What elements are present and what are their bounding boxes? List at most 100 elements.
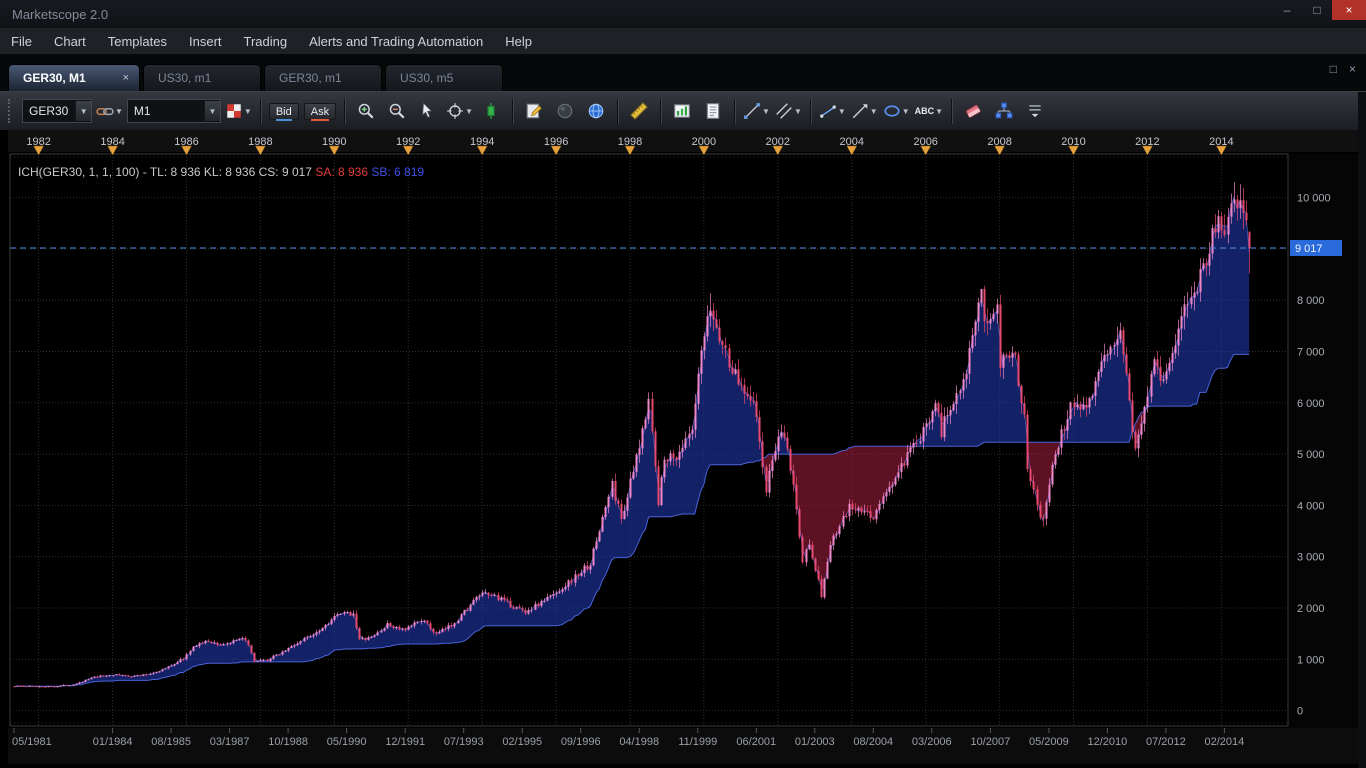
channel-tool-select[interactable]: ▼ xyxy=(774,97,803,125)
link-charts-select[interactable]: ▼ xyxy=(95,97,124,125)
chevron-down-icon[interactable]: ▼ xyxy=(902,107,910,116)
zoom-out-button[interactable] xyxy=(383,97,411,125)
chevron-down-icon[interactable]: ▼ xyxy=(465,107,473,116)
minimize-button[interactable]: – xyxy=(1272,0,1302,20)
object-manager-button[interactable] xyxy=(990,97,1018,125)
restore-button[interactable]: □ xyxy=(1302,0,1332,20)
period-select-value: M1 xyxy=(133,104,151,118)
menu-insert[interactable]: Insert xyxy=(178,28,233,54)
svg-text:1 000: 1 000 xyxy=(1297,654,1325,666)
svg-text:01/2003: 01/2003 xyxy=(795,736,835,748)
globe-icon xyxy=(587,102,605,120)
web-news-button[interactable] xyxy=(582,97,610,125)
tab-bar-controls: □ × xyxy=(1330,62,1356,76)
trend-line-icon xyxy=(819,102,837,120)
cursor-tool-button[interactable] xyxy=(414,97,442,125)
ask-button-label: Ask xyxy=(310,105,330,118)
diagonal-line-icon xyxy=(743,102,761,120)
symbol-select[interactable]: GER30 ▼ xyxy=(22,99,92,123)
zoom-in-button[interactable] xyxy=(352,97,380,125)
toolbar-grip[interactable] xyxy=(8,99,14,123)
chevron-down-icon[interactable]: ▼ xyxy=(762,107,770,116)
menu-templates[interactable]: Templates xyxy=(97,28,178,54)
svg-text:5 000: 5 000 xyxy=(1297,449,1325,461)
chart-gallery-button[interactable] xyxy=(668,97,696,125)
eraser-button[interactable] xyxy=(959,97,987,125)
menu-chart[interactable]: Chart xyxy=(43,28,97,54)
pointer-mode-select[interactable]: ▼ xyxy=(445,97,474,125)
chain-icon xyxy=(96,102,114,120)
candle-pattern-icon xyxy=(225,102,243,120)
chevron-down-icon[interactable]: ▼ xyxy=(935,107,943,116)
ruler-icon xyxy=(630,102,648,120)
toolbar-options-button[interactable] xyxy=(1021,97,1049,125)
chart-container[interactable]: ICH(GER30, 1, 1, 100) - TL: 8 936 KL: 8 … xyxy=(8,130,1358,764)
svg-text:08/2004: 08/2004 xyxy=(853,736,893,748)
svg-text:05/1981: 05/1981 xyxy=(12,736,52,748)
toolbar: GER30 ▼ ▼ M1 ▼ ▼ Bid Ask ▼ ▼ ▼ ▼ ▼ ▼ ABC ▼ xyxy=(0,91,1366,132)
text-tool-select[interactable]: ABC ▼ xyxy=(914,97,944,125)
annotation-button[interactable] xyxy=(520,97,548,125)
line-tool-select[interactable]: ▼ xyxy=(742,97,771,125)
svg-text:12/2010: 12/2010 xyxy=(1088,736,1128,748)
menu-bar: File Chart Templates Insert Trading Alerts an… xyxy=(0,28,1366,55)
close-button[interactable]: × xyxy=(1332,0,1366,20)
svg-text:05/2009: 05/2009 xyxy=(1029,736,1069,748)
chart-type-select[interactable]: ▼ xyxy=(224,97,253,125)
tab-label: GER30, m1 xyxy=(279,71,342,85)
ray-tool-select[interactable]: ▼ xyxy=(850,97,879,125)
tab-us30-m1[interactable]: US30, m1 xyxy=(143,64,261,91)
svg-text:6 000: 6 000 xyxy=(1297,398,1325,410)
chevron-down-icon[interactable]: ▼ xyxy=(75,101,91,121)
svg-text:02/2014: 02/2014 xyxy=(1205,736,1245,748)
auto-scale-button[interactable] xyxy=(477,97,505,125)
menu-help[interactable]: Help xyxy=(494,28,543,54)
svg-text:10/1988: 10/1988 xyxy=(268,736,308,748)
measure-button[interactable] xyxy=(625,97,653,125)
svg-text:3 000: 3 000 xyxy=(1297,552,1325,564)
svg-text:10/2007: 10/2007 xyxy=(971,736,1011,748)
tab-ger30-m1[interactable]: GER30, m1 xyxy=(264,64,382,91)
menu-trading[interactable]: Trading xyxy=(233,28,299,54)
shape-tool-select[interactable]: ▼ xyxy=(882,97,911,125)
title-bar: Marketscope 2.0 – □ × xyxy=(0,0,1366,28)
toolbar-separator xyxy=(512,98,514,124)
menu-file[interactable]: File xyxy=(0,28,43,54)
tab-ger30-m1[interactable]: GER30, M1 × xyxy=(8,64,140,91)
chevron-down-icon[interactable]: ▼ xyxy=(838,107,846,116)
chevron-down-icon[interactable]: ▼ xyxy=(244,107,252,116)
tab-bar: GER30, M1 × US30, m1 GER30, m1 US30, m5 □ × xyxy=(0,55,1366,91)
document-restore-icon[interactable]: □ xyxy=(1330,62,1337,76)
tab-close-icon[interactable]: × xyxy=(109,72,129,84)
toolbar-separator xyxy=(951,98,953,124)
chevron-down-icon[interactable]: ▼ xyxy=(870,107,878,116)
parallel-lines-icon xyxy=(775,102,793,120)
document-close-icon[interactable]: × xyxy=(1349,62,1356,76)
menu-alerts-and-trading-automation[interactable]: Alerts and Trading Automation xyxy=(298,28,494,54)
chevron-down-icon[interactable]: ▼ xyxy=(115,107,123,116)
svg-text:11/1999: 11/1999 xyxy=(678,736,717,748)
report-button[interactable] xyxy=(699,97,727,125)
price-chart[interactable]: ICH(GER30, 1, 1, 100) - TL: 8 936 KL: 8 … xyxy=(8,130,1358,764)
period-select[interactable]: M1 ▼ xyxy=(126,99,221,123)
chevron-down-icon[interactable]: ▼ xyxy=(794,107,802,116)
eraser-icon xyxy=(964,102,982,120)
toolbar-separator xyxy=(259,98,261,124)
toolbar-separator xyxy=(660,98,662,124)
svg-text:10 000: 10 000 xyxy=(1297,193,1331,205)
toolbar-separator xyxy=(734,98,736,124)
lens-button[interactable] xyxy=(551,97,579,125)
tab-us30-m5[interactable]: US30, m5 xyxy=(385,64,503,91)
chevron-down-icon[interactable]: ▼ xyxy=(203,101,220,121)
trend-tool-select[interactable]: ▼ xyxy=(818,97,847,125)
ask-button[interactable]: Ask xyxy=(303,102,337,121)
svg-text:4 000: 4 000 xyxy=(1297,500,1325,512)
svg-text:8 000: 8 000 xyxy=(1297,295,1325,307)
toolbar-separator xyxy=(809,98,811,124)
svg-text:03/2006: 03/2006 xyxy=(912,736,952,748)
application-window: Marketscope 2.0 – □ × File Chart Templates… xyxy=(0,0,1366,768)
bid-button[interactable]: Bid xyxy=(268,102,299,121)
ray-line-icon xyxy=(851,102,869,120)
symbol-select-value: GER30 xyxy=(29,104,69,118)
svg-text:01/1984: 01/1984 xyxy=(93,736,133,748)
